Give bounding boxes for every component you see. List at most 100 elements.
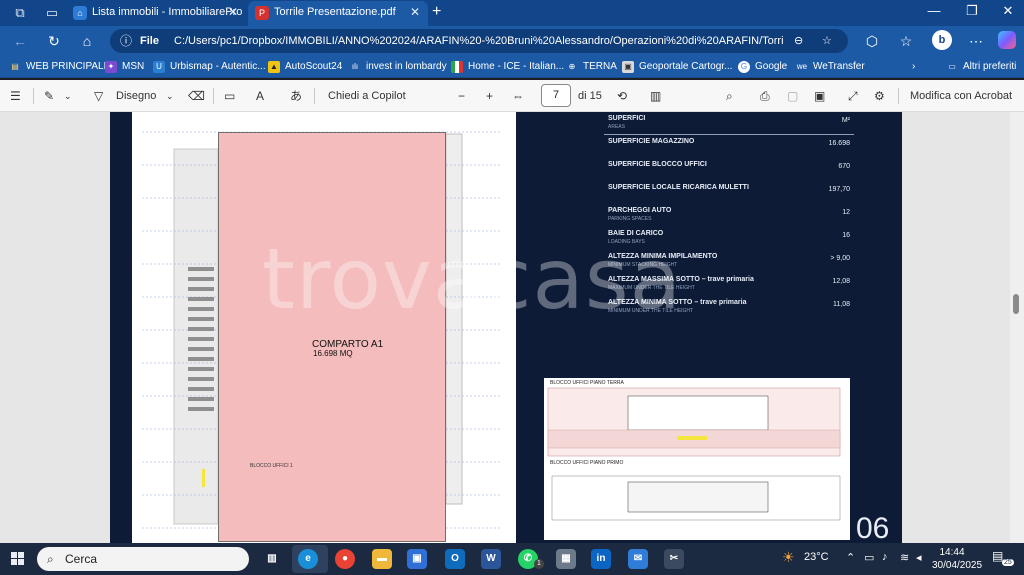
close-tab-icon[interactable]: ✕ <box>410 1 420 24</box>
specs-subtitle: AREAS <box>608 124 625 130</box>
zoom-icon[interactable]: ⊖ <box>794 29 803 53</box>
microphone-icon[interactable]: ♪ <box>882 551 888 563</box>
more-menu-icon[interactable]: ⋯ <box>966 32 986 50</box>
parking-area <box>173 148 219 525</box>
bookmark-terna[interactable]: ⊕ TERNA <box>566 59 617 75</box>
eraser-icon[interactable]: ⌫ <box>188 88 205 104</box>
meet-now-icon[interactable]: ▭ <box>864 551 874 564</box>
outlook-icon[interactable]: O <box>445 549 465 569</box>
spec-value: 197,70 <box>828 186 850 193</box>
google-icon: G <box>738 61 750 73</box>
contents-icon[interactable]: ☰ <box>10 88 21 104</box>
edit-with-acrobat-button[interactable]: Modifica con Acrobat <box>910 88 1012 104</box>
windows-start-icon[interactable] <box>11 552 24 565</box>
refresh-icon[interactable]: ↻ <box>44 32 64 50</box>
bookmark-urbismap[interactable]: U Urbismap - Autentic... <box>153 59 266 75</box>
back-icon[interactable]: ← <box>10 32 30 50</box>
autoscout-icon: ▲ <box>268 61 280 73</box>
tab-strip: ⧉ ▭ ⌂ Lista immobili - ImmobiliarePro ✕ … <box>0 0 1024 26</box>
search-icon[interactable]: ⌕ <box>726 88 733 104</box>
show-hidden-icons-icon[interactable]: ⌃ <box>846 551 855 564</box>
favorite-star-icon[interactable]: ☆ <box>822 29 832 53</box>
vertical-scrollbar[interactable] <box>1010 112 1024 543</box>
add-text-icon[interactable]: ▭ <box>224 88 235 104</box>
settings-gear-icon[interactable]: ⚙ <box>874 88 885 104</box>
page-number-input[interactable]: 7 <box>541 84 571 107</box>
profile-avatar[interactable]: b <box>932 30 952 50</box>
bookmark-ice[interactable]: Home - ICE - Italian... <box>451 59 564 75</box>
task-view-icon[interactable]: ▥ <box>262 549 282 569</box>
fullscreen-icon[interactable]: ⤢ <box>848 88 858 104</box>
weather-icon[interactable]: ☀ <box>782 549 795 566</box>
zoom-in-icon[interactable]: + <box>486 88 493 104</box>
scrollbar-thumb[interactable] <box>1013 294 1019 314</box>
calculator-icon[interactable]: ▦ <box>556 549 576 569</box>
bookmarks-overflow-icon[interactable]: › <box>912 59 915 75</box>
tab-title: Lista immobili - ImmobiliarePro <box>92 6 243 18</box>
new-tab-icon[interactable]: + <box>432 3 441 21</box>
taskbar-search[interactable]: ⌕ Cerca <box>37 547 249 571</box>
linkedin-icon[interactable]: in <box>591 549 611 569</box>
edge-icon[interactable]: e <box>298 549 318 569</box>
store-icon[interactable]: ▣ <box>407 549 427 569</box>
bookmark-web-principale[interactable]: ▤ WEB PRINCIPALE <box>9 59 110 75</box>
minimize-icon[interactable]: — <box>922 3 946 18</box>
office-first-floor-title: BLOCCO UFFICI PIANO PRIMO <box>550 460 624 466</box>
bookmark-altri-preferiti[interactable]: ▭ Altri preferiti <box>946 59 1016 75</box>
copilot-icon[interactable] <box>998 31 1016 49</box>
page-view-icon[interactable]: ▥ <box>650 88 661 104</box>
bookmark-msn[interactable]: ✦ MSN <box>105 59 144 75</box>
close-window-icon[interactable]: ✕ <box>996 3 1020 19</box>
favorites-icon[interactable]: ☆ <box>896 32 916 50</box>
bookmark-geoportale[interactable]: ▣ Geoportale Cartogr... <box>622 59 732 75</box>
bookmark-label: Geoportale Cartogr... <box>639 61 733 72</box>
bookmark-wetransfer[interactable]: we WeTransfer <box>796 59 865 75</box>
screen: ⧉ ▭ ⌂ Lista immobili - ImmobiliarePro ✕ … <box>0 0 1024 575</box>
highlight-icon[interactable]: ✎ <box>44 88 54 104</box>
document-page-number: 06 <box>856 512 890 543</box>
tab-actions-icon[interactable]: ▭ <box>44 5 60 21</box>
clock[interactable]: 14:44 30/04/2025 <box>932 546 982 572</box>
draw-button[interactable]: Disegno <box>116 88 156 104</box>
spec-value: 16.698 <box>828 140 850 147</box>
save-as-icon[interactable]: ▣ <box>814 88 825 104</box>
read-aloud-icon[interactable]: A <box>256 88 264 104</box>
chrome-icon[interactable]: ● <box>335 549 355 569</box>
tab-lista-immobili[interactable]: ⌂ Lista immobili - ImmobiliarePro ✕ <box>66 1 246 26</box>
address-bar[interactable]: ⓘ File C:/Users/pc1/Dropbox/IMMOBILI/ANN… <box>110 29 848 53</box>
office-plans-drawing <box>547 387 841 521</box>
close-tab-icon[interactable]: ✕ <box>228 1 238 24</box>
address-url[interactable]: C:/Users/pc1/Dropbox/IMMOBILI/ANNO%20202… <box>174 29 784 53</box>
temperature[interactable]: 23°C <box>804 551 829 563</box>
divider <box>213 88 214 104</box>
file-explorer-icon[interactable]: ▬ <box>372 549 392 569</box>
tab-torrile-pdf[interactable]: P Torrile Presentazione.pdf ✕ <box>248 1 428 26</box>
ask-copilot-button[interactable]: Chiedi a Copilot <box>328 88 406 104</box>
wifi-icon[interactable]: ≋ <box>900 551 909 564</box>
chevron-down-icon[interactable]: ⌄ <box>166 88 174 104</box>
snipping-tool-icon[interactable]: ✂ <box>664 549 684 569</box>
workspaces-icon[interactable]: ⧉ <box>12 5 28 21</box>
print-icon[interactable]: ⎙ <box>760 88 770 104</box>
zoom-out-icon[interactable]: − <box>458 88 465 104</box>
info-icon[interactable]: ⓘ <box>120 29 132 53</box>
restore-icon[interactable]: ❐ <box>960 3 984 19</box>
msn-icon: ✦ <box>105 61 117 73</box>
chevron-down-icon[interactable]: ⌄ <box>64 88 72 104</box>
word-icon[interactable]: W <box>481 549 501 569</box>
fit-page-icon[interactable]: ⇔ <box>512 88 524 104</box>
home-icon[interactable]: ⌂ <box>77 32 97 50</box>
bookmark-invest-lombardy[interactable]: ılı invest in lombardy <box>349 59 447 75</box>
volume-icon[interactable]: ◂ <box>916 551 922 564</box>
bookmark-autoscout24[interactable]: ▲ AutoScout24 <box>268 59 342 75</box>
mail-icon[interactable]: ✉ <box>628 549 648 569</box>
extensions-icon[interactable]: ⬡ <box>862 32 882 50</box>
translate-icon[interactable]: あ <box>290 88 302 104</box>
spec-label: SUPERFICIE LOCALE RICARICA MULETTI <box>608 184 749 191</box>
bookmarks-bar: ▤ WEB PRINCIPALE ✦ MSN U Urbismap - Autenti… <box>0 56 1024 78</box>
rotate-icon[interactable]: ⟲ <box>617 88 627 104</box>
pdf-toolbar: ☰ ✎ ⌄ ▽ Disegno ⌄ ⌫ ▭ A あ Chiedi a Copil… <box>0 80 1024 112</box>
bookmark-google[interactable]: G Google <box>738 59 787 75</box>
spec-sub: PARKING SPACES <box>608 216 652 222</box>
draw-icon[interactable]: ▽ <box>94 88 103 104</box>
